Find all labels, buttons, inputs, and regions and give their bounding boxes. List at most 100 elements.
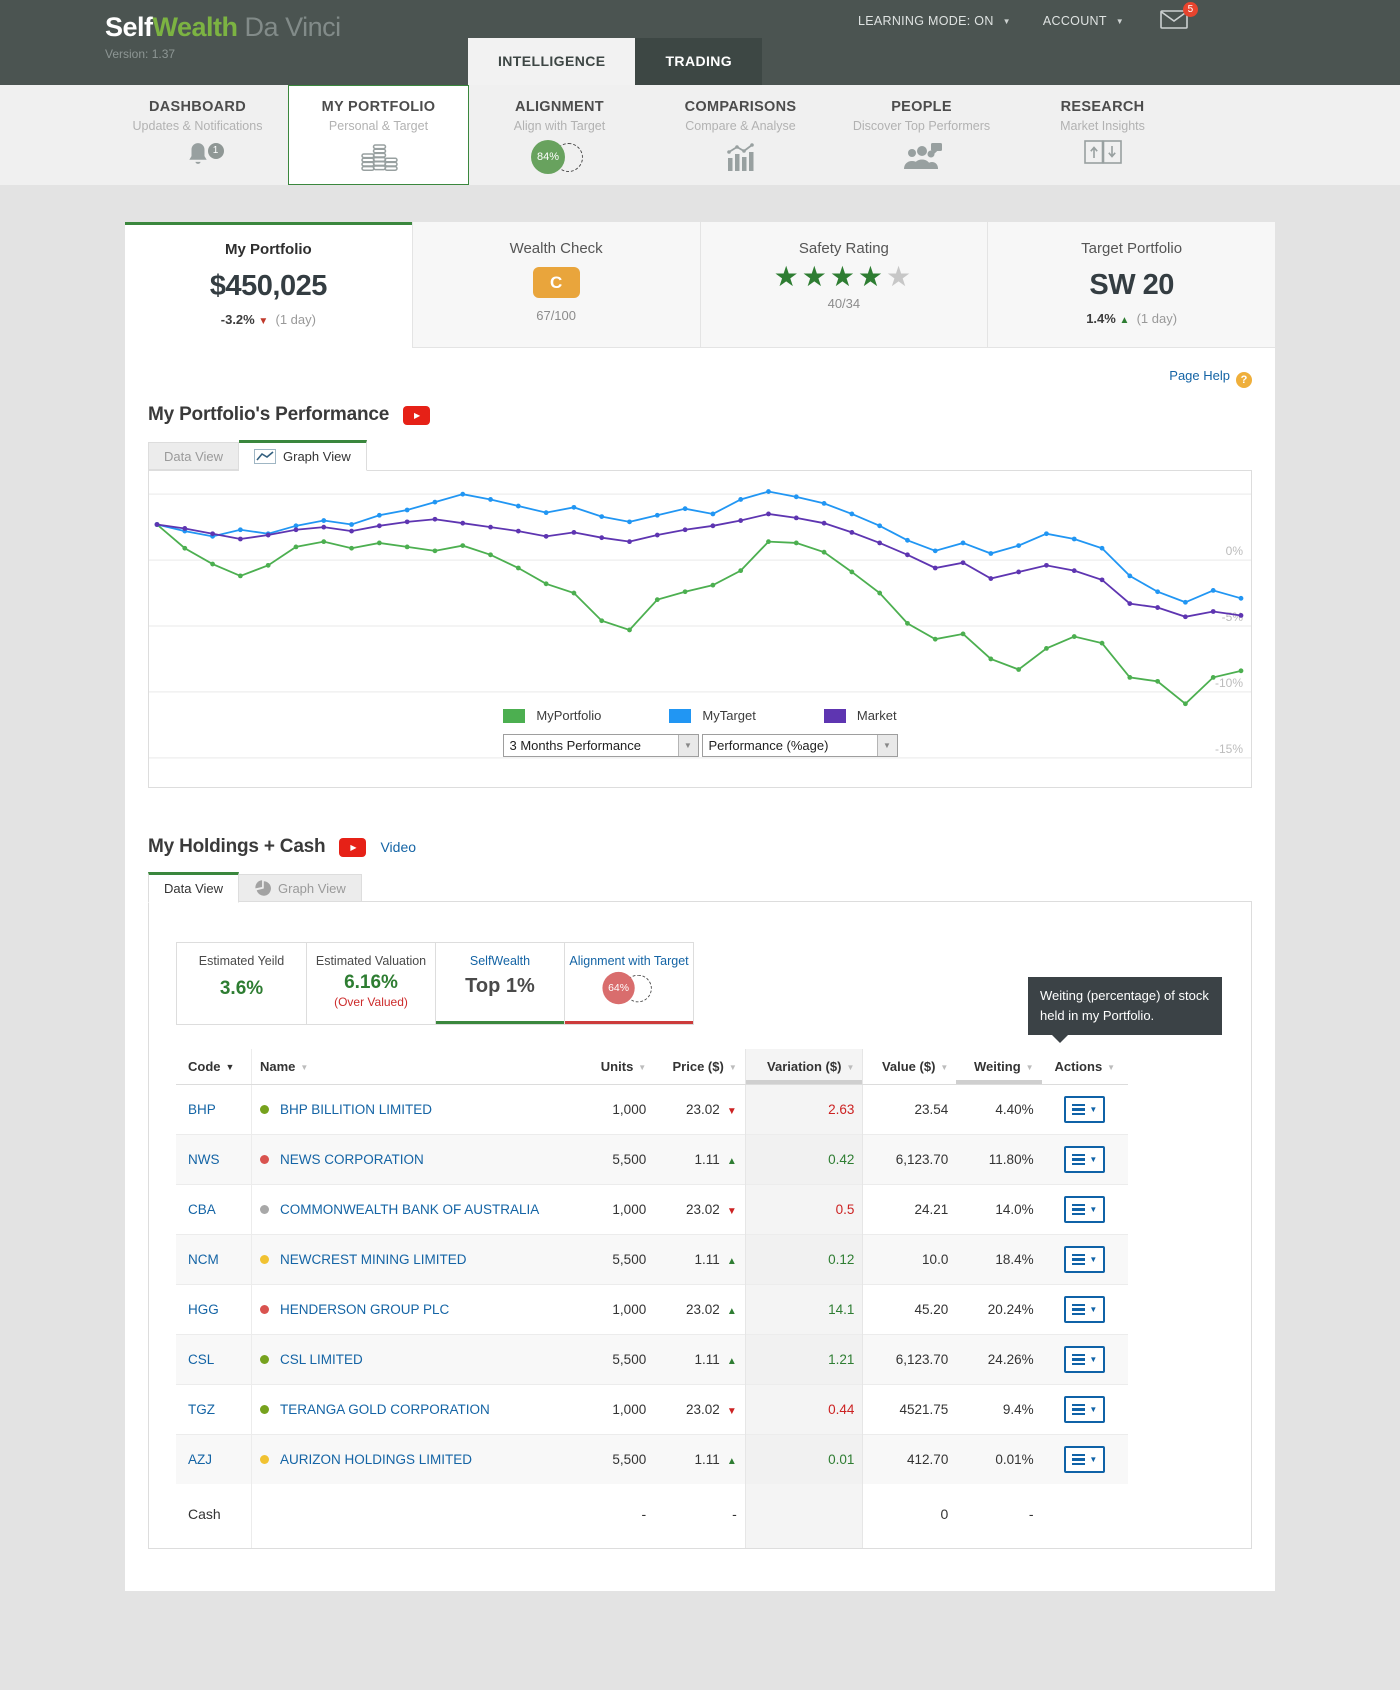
sort-icon: ▼ — [1026, 1063, 1034, 1072]
table-row: AZJAURIZON HOLDINGS LIMITED5,5001.11▲0.0… — [176, 1435, 1128, 1485]
stock-code-link[interactable]: BHP — [188, 1102, 216, 1117]
nav-item-alignment[interactable]: ALIGNMENTAlign with Target84% — [469, 85, 650, 185]
star-icon: ★ — [774, 261, 802, 292]
cash-label: Cash — [176, 1484, 251, 1548]
column-header-actions[interactable]: Actions▼ — [1042, 1049, 1128, 1085]
table-header: Code▼Name▼Units▼Price ($)▼Variation ($)▼… — [176, 1049, 1128, 1085]
tab-graph-view[interactable]: Graph View — [239, 874, 362, 902]
nav-item-subtitle: Updates & Notifications — [107, 119, 288, 133]
down-triangle-icon: ▼ — [727, 1406, 737, 1417]
star-icon: ★ — [830, 261, 858, 292]
nav-item-subtitle: Compare & Analyse — [650, 119, 831, 133]
tab-data-view[interactable]: Data View — [148, 442, 239, 470]
nav-item-dashboard[interactable]: DASHBOARDUpdates & Notifications1 — [107, 85, 288, 185]
learning-mode-menu[interactable]: LEARNING MODE: ON▼ — [858, 14, 1011, 28]
stock-name-link[interactable]: AURIZON HOLDINGS LIMITED — [280, 1452, 472, 1467]
table-row: NCMNEWCREST MINING LIMITED5,5001.11▲0.12… — [176, 1235, 1128, 1285]
stock-name-link[interactable]: CSL LIMITED — [280, 1352, 363, 1367]
nav-item-comparisons[interactable]: COMPARISONSCompare & Analyse — [650, 85, 831, 185]
summary-row: My Portfolio $450,025 -3.2% ▼ (1 day) We… — [125, 222, 1275, 348]
actions-button[interactable]: ▼ — [1064, 1396, 1105, 1423]
stock-name-link[interactable]: NEWCREST MINING LIMITED — [280, 1252, 467, 1267]
column-header-weiting[interactable]: Weiting▼ — [956, 1049, 1041, 1085]
video-play-icon[interactable]: ▶ — [339, 838, 366, 857]
stock-code-link[interactable]: CBA — [188, 1202, 216, 1217]
stock-code-link[interactable]: NCM — [188, 1252, 219, 1267]
mail-badge: 5 — [1183, 2, 1198, 17]
stat-selfwealth-rank[interactable]: SelfWealth Top 1% — [435, 943, 564, 1024]
chevron-down-icon: ▼ — [1089, 1155, 1097, 1164]
stock-code-link[interactable]: TGZ — [188, 1402, 215, 1417]
table-row: HGGHENDERSON GROUP PLC1,00023.02▲14.145.… — [176, 1285, 1128, 1335]
stock-code-link[interactable]: HGG — [188, 1302, 219, 1317]
nav-item-subtitle: Discover Top Performers — [831, 119, 1012, 133]
mail-button[interactable]: 5 — [1160, 10, 1188, 32]
actions-button[interactable]: ▼ — [1064, 1346, 1105, 1373]
mode-tabs: INTELLIGENCE TRADING — [468, 38, 762, 85]
up-triangle-icon: ▲ — [727, 1356, 737, 1367]
video-link[interactable]: Video — [380, 839, 416, 855]
actions-button[interactable]: ▼ — [1064, 1146, 1105, 1173]
legend-item: MyPortfolio — [503, 708, 601, 723]
page-help-link[interactable]: Page Help — [1169, 368, 1230, 383]
column-header-variation-[interactable]: Variation ($)▼ — [745, 1049, 863, 1085]
video-play-icon[interactable]: ▶ — [403, 406, 430, 425]
stock-code-link[interactable]: NWS — [188, 1152, 220, 1167]
legend-label: MyPortfolio — [536, 708, 601, 723]
nav-item-research[interactable]: RESEARCHMarket Insights — [1012, 85, 1193, 185]
tab-data-view[interactable]: Data View — [148, 872, 239, 903]
holdings-section: My Holdings + Cash ▶ Video Data View Gra… — [148, 836, 1252, 1549]
tile-title: Wealth Check — [413, 240, 700, 257]
star-icon: ★ — [858, 261, 886, 292]
chevron-down-icon: ▼ — [1089, 1255, 1097, 1264]
nav-item-people[interactable]: PEOPLEDiscover Top Performers — [831, 85, 1012, 185]
column-header-code[interactable]: Code▼ — [176, 1049, 251, 1085]
legend-item: Market — [824, 708, 897, 723]
stock-code-link[interactable]: CSL — [188, 1352, 214, 1367]
column-header-price-[interactable]: Price ($)▼ — [654, 1049, 745, 1085]
account-menu[interactable]: ACCOUNT▼ — [1043, 14, 1124, 28]
legend-swatch — [824, 709, 846, 723]
summary-tile-target-portfolio[interactable]: Target Portfolio SW 20 1.4% ▲ (1 day) — [987, 222, 1275, 348]
page-help-row: Page Help? — [125, 348, 1275, 388]
actions-button[interactable]: ▼ — [1064, 1096, 1105, 1123]
metric-select[interactable]: Performance (%age)▼ — [702, 734, 898, 757]
actions-button[interactable]: ▼ — [1064, 1196, 1105, 1223]
tile-title: My Portfolio — [125, 241, 412, 258]
stock-name-link[interactable]: TERANGA GOLD CORPORATION — [280, 1402, 490, 1417]
status-dot-icon — [260, 1305, 269, 1314]
stock-name-link[interactable]: BHP BILLITION LIMITED — [280, 1102, 432, 1117]
actions-button[interactable]: ▼ — [1064, 1296, 1105, 1323]
status-dot-icon — [260, 1455, 269, 1464]
actions-button[interactable]: ▼ — [1064, 1246, 1105, 1273]
portfolio-change: -3.2% ▼ (1 day) — [125, 312, 412, 327]
tab-trading[interactable]: TRADING — [635, 38, 762, 85]
page-card: My Portfolio $450,025 -3.2% ▼ (1 day) We… — [125, 222, 1275, 1591]
weiting-tooltip: Weiting (percentage) of stock held in my… — [1028, 977, 1222, 1035]
stat-alignment-with-target[interactable]: Alignment with Target 64% — [564, 943, 693, 1024]
stock-name-link[interactable]: NEWS CORPORATION — [280, 1152, 424, 1167]
tab-graph-view[interactable]: Graph View — [239, 440, 367, 471]
column-header-value-[interactable]: Value ($)▼ — [863, 1049, 956, 1085]
nav-item-subtitle: Align with Target — [469, 119, 650, 133]
stock-name-link[interactable]: HENDERSON GROUP PLC — [280, 1302, 449, 1317]
column-header-units[interactable]: Units▼ — [585, 1049, 654, 1085]
column-header-name[interactable]: Name▼ — [251, 1049, 585, 1085]
app-version: Version: 1.37 — [105, 47, 341, 61]
stock-code-link[interactable]: AZJ — [188, 1452, 212, 1467]
chevron-down-icon: ▼ — [1089, 1355, 1097, 1364]
period-select[interactable]: 3 Months Performance▼ — [503, 734, 699, 757]
summary-tile-safety-rating[interactable]: Safety Rating ★★★★★ 40/34 — [700, 222, 988, 348]
stock-name-link[interactable]: COMMONWEALTH BANK OF AUSTRALIA — [280, 1202, 539, 1217]
nav-item-subtitle: Personal & Target — [289, 119, 468, 133]
nav-item-my-portfolio[interactable]: MY PORTFOLIOPersonal & Target — [288, 85, 469, 185]
tab-intelligence[interactable]: INTELLIGENCE — [468, 38, 635, 85]
table-row: TGZTERANGA GOLD CORPORATION1,00023.02▼0.… — [176, 1385, 1128, 1435]
actions-button[interactable]: ▼ — [1064, 1446, 1105, 1473]
alignment-venn-icon: 84% — [531, 140, 588, 174]
summary-tile-my-portfolio[interactable]: My Portfolio $450,025 -3.2% ▼ (1 day) — [125, 222, 412, 348]
series-line-Market — [157, 514, 1241, 617]
target-portfolio-value: SW 20 — [988, 269, 1275, 302]
sort-icon: ▼ — [638, 1063, 646, 1072]
summary-tile-wealth-check[interactable]: Wealth Check C 67/100 — [412, 222, 700, 348]
